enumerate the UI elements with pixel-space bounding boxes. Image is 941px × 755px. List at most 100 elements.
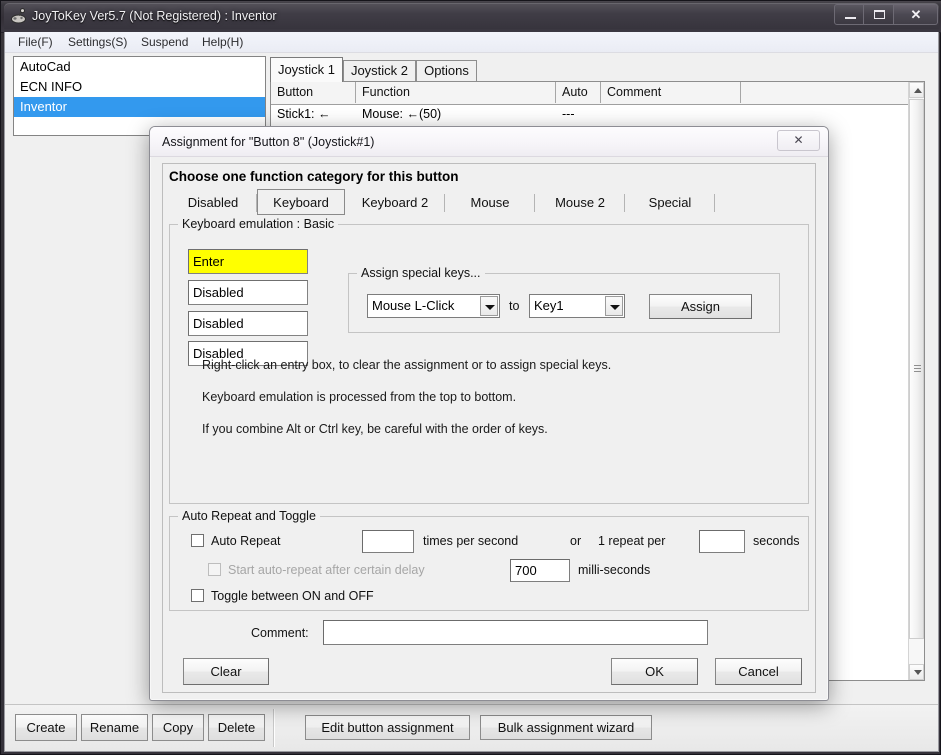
column-header-button[interactable]: Button — [271, 82, 356, 103]
clear-button[interactable]: Clear — [183, 658, 269, 685]
minimize-icon — [845, 17, 856, 19]
bottom-toolbar: Create Rename Copy Delete Edit button as… — [5, 704, 938, 751]
note-modifier-order: If you combine Alt or Ctrl key, be caref… — [202, 422, 548, 436]
start-delay-label: Start auto-repeat after certain delay — [228, 563, 425, 577]
start-delay-checkbox[interactable] — [208, 563, 221, 576]
assign-special-keys-label: Assign special keys... — [357, 266, 485, 280]
menubar: File(F) Settings(S) Suspend Help(H) — [5, 32, 938, 53]
window-controls: ✕ — [834, 4, 938, 25]
maximize-icon — [874, 10, 885, 19]
special-key-source-select[interactable]: Mouse L-Click — [367, 294, 500, 318]
chevron-up-icon — [914, 88, 922, 93]
assign-button[interactable]: Assign — [649, 294, 752, 319]
key-entry-1[interactable]: Enter — [188, 249, 308, 274]
tab-keyboard-2-label: Keyboard 2 — [361, 195, 429, 210]
tab-mouse-2[interactable]: Mouse 2 — [535, 192, 625, 214]
maximize-button[interactable] — [864, 4, 894, 25]
dialog-titlebar: Assignment for "Button 8" (Joystick#1) ✕ — [150, 127, 828, 157]
times-per-second-label: times per second — [423, 534, 519, 548]
tab-joystick-1[interactable]: Joystick 1 — [270, 57, 343, 82]
auto-repeat-group-label: Auto Repeat and Toggle — [178, 509, 320, 523]
key-entry-3[interactable]: Disabled — [188, 311, 308, 336]
cell-button: Stick1: ← — [277, 107, 331, 121]
column-header-comment[interactable]: Comment — [601, 82, 741, 103]
or-label: or — [570, 534, 582, 548]
tab-keyboard-2[interactable]: Keyboard 2 — [345, 192, 445, 214]
joytokey-main-window: JoyToKey Ver5.7 (Not Registered) : Inven… — [0, 0, 941, 755]
grid-header-row: Button Function Auto Comment — [271, 82, 924, 105]
dialog-heading: Choose one function category for this bu… — [169, 169, 459, 184]
chevron-down-icon[interactable] — [480, 296, 498, 316]
profile-list[interactable]: AutoCad ECN INFO Inventor — [13, 56, 266, 136]
toggle-label: Toggle between ON and OFF — [211, 589, 374, 603]
tab-options[interactable]: Options — [416, 60, 477, 82]
toggle-checkbox[interactable] — [191, 589, 204, 602]
tab-special[interactable]: Special — [625, 192, 715, 214]
special-key-target-select[interactable]: Key1 — [529, 294, 625, 318]
note-right-click: Right-click an entry box, to clear the a… — [202, 358, 612, 372]
auto-repeat-label: Auto Repeat — [211, 534, 281, 548]
rename-button[interactable]: Rename — [81, 714, 148, 741]
comment-input[interactable] — [323, 620, 708, 645]
menu-settings[interactable]: Settings(S) — [63, 34, 132, 50]
keyboard-emulation-group-label: Keyboard emulation : Basic — [178, 217, 339, 231]
ok-button[interactable]: OK — [611, 658, 698, 685]
tab-mouse[interactable]: Mouse — [445, 192, 535, 214]
cell-function: Mouse: ←(50) — [362, 107, 442, 121]
column-header-auto[interactable]: Auto — [556, 82, 601, 103]
dialog-close-button[interactable]: ✕ — [777, 130, 820, 151]
auto-repeat-toggle-group: Auto Repeat and Toggle Auto Repeat times… — [169, 509, 809, 611]
tab-special-label: Special — [648, 195, 692, 210]
cell-auto: --- — [562, 107, 575, 121]
scroll-up-arrow[interactable] — [909, 82, 924, 98]
milli-seconds-label: milli-seconds — [578, 563, 651, 577]
tab-disabled[interactable]: Disabled — [169, 192, 257, 214]
tab-divider — [714, 194, 715, 212]
key-entry-2[interactable]: Disabled — [188, 280, 308, 305]
repeat-seconds-input[interactable] — [699, 530, 745, 553]
repeat-rate-input[interactable] — [362, 530, 414, 553]
copy-button[interactable]: Copy — [152, 714, 204, 741]
window-titlebar: JoyToKey Ver5.7 (Not Registered) : Inven… — [1, 1, 941, 33]
list-item-ecn-info[interactable]: ECN INFO — [14, 77, 265, 97]
column-header-function[interactable]: Function — [356, 82, 556, 103]
tab-mouse-2-label: Mouse 2 — [555, 195, 605, 210]
one-repeat-per-label: 1 repeat per — [598, 534, 666, 548]
menu-suspend[interactable]: Suspend — [136, 34, 193, 50]
edit-button-assignment-button[interactable]: Edit button assignment — [305, 715, 470, 740]
special-key-source-value: Mouse L-Click — [372, 298, 455, 313]
toolbar-divider — [273, 709, 275, 747]
table-row[interactable]: Stick1: ← Mouse: ←(50) --- — [271, 104, 924, 124]
joystick-icon — [11, 8, 26, 24]
note-processing-order: Keyboard emulation is processed from the… — [202, 390, 517, 404]
delay-input[interactable]: 700 — [510, 559, 570, 582]
delete-button[interactable]: Delete — [208, 714, 265, 741]
keyboard-emulation-group: Keyboard emulation : Basic Enter Disable… — [169, 217, 809, 504]
chevron-down-icon[interactable] — [605, 296, 623, 316]
tab-keyboard[interactable]: Keyboard — [257, 189, 345, 215]
scroll-thumb[interactable] — [909, 99, 924, 639]
menu-help[interactable]: Help(H) — [197, 34, 248, 50]
create-button[interactable]: Create — [15, 714, 77, 741]
comment-label: Comment: — [251, 626, 309, 640]
tab-joystick-2[interactable]: Joystick 2 — [343, 60, 416, 82]
cancel-button[interactable]: Cancel — [715, 658, 802, 685]
column-header-spacer — [741, 82, 909, 103]
assign-special-keys-group: Assign special keys... Mouse L-Click to … — [348, 266, 780, 333]
tab-disabled-label: Disabled — [187, 195, 239, 210]
list-item-inventor[interactable]: Inventor — [14, 97, 265, 117]
to-label: to — [509, 299, 520, 313]
scroll-down-arrow[interactable] — [909, 664, 924, 680]
special-key-target-value: Key1 — [534, 298, 564, 313]
close-button[interactable]: ✕ — [894, 4, 938, 25]
auto-repeat-checkbox[interactable] — [191, 534, 204, 547]
tab-mouse-label: Mouse — [470, 195, 510, 210]
minimize-button[interactable] — [834, 4, 864, 25]
list-item-autocad[interactable]: AutoCad — [14, 57, 265, 77]
tab-keyboard-label: Keyboard — [273, 195, 329, 210]
bulk-assignment-wizard-button[interactable]: Bulk assignment wizard — [480, 715, 652, 740]
dialog-body: Choose one function category for this bu… — [162, 163, 816, 693]
menu-file[interactable]: File(F) — [13, 34, 58, 50]
seconds-label: seconds — [753, 534, 800, 548]
grid-vertical-scrollbar[interactable] — [908, 82, 924, 680]
